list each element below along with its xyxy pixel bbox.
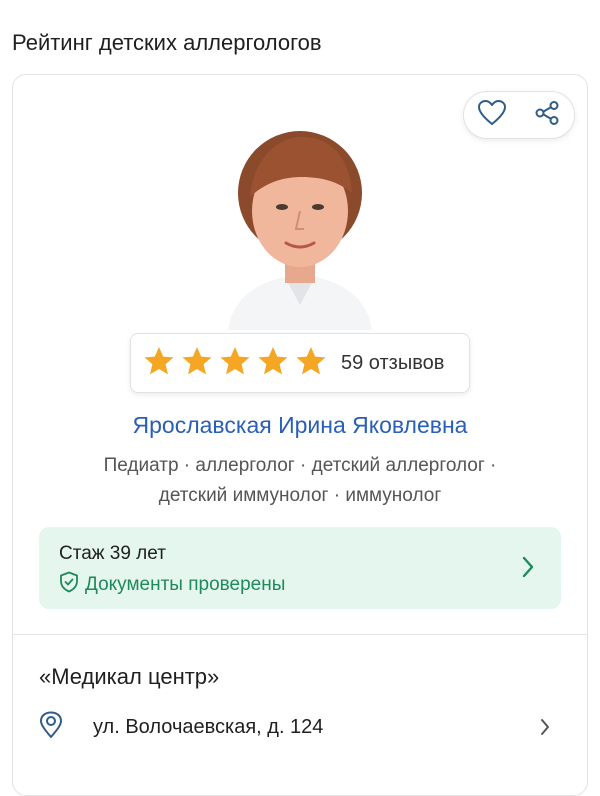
- chevron-right-icon: [521, 555, 535, 584]
- specialties-line: детский иммунолог · иммунолог: [158, 485, 442, 506]
- experience-text: Стаж 39 лет: [59, 543, 166, 564]
- shield-check-icon: [59, 571, 79, 599]
- divider: [13, 634, 587, 635]
- location-pin-icon: [39, 711, 63, 744]
- star-icon: [143, 345, 175, 382]
- star-icon: [181, 345, 213, 382]
- chevron-right-icon: [539, 717, 551, 742]
- star-icon: [257, 345, 289, 382]
- star-icon: [295, 345, 327, 382]
- share-icon: [534, 100, 560, 131]
- page-title: Рейтинг детских аллергологов: [12, 30, 322, 55]
- clinic-address: ул. Волочаевская, д. 124: [93, 715, 324, 738]
- reviews-link[interactable]: 59 отзывов: [341, 352, 444, 375]
- rating-box[interactable]: 59 отзывов: [130, 333, 470, 393]
- doctor-name-link[interactable]: Ярославская Ирина Яковлевна: [13, 412, 587, 439]
- clinic-address-row[interactable]: ул. Волочаевская, д. 124: [39, 709, 561, 745]
- heart-icon: [477, 99, 506, 131]
- favorite-button[interactable]: [476, 99, 508, 131]
- share-button[interactable]: [531, 99, 563, 131]
- documents-verified: Документы проверены: [59, 571, 285, 599]
- doctor-specialties: Педиатр · аллерголог · детский аллерголо…: [43, 451, 557, 511]
- documents-verified-text: Документы проверены: [85, 574, 286, 595]
- doctor-photo: [210, 115, 390, 330]
- card-actions: [463, 91, 575, 139]
- star-icon: [219, 345, 251, 382]
- doctor-card: 59 отзывов Ярославская Ирина Яковлевна П…: [12, 74, 588, 796]
- rating-stars: [143, 345, 327, 382]
- clinic-name: «Медикал центр»: [39, 664, 220, 689]
- specialties-line: Педиатр · аллерголог · детский аллерголо…: [103, 455, 497, 476]
- experience-block[interactable]: Стаж 39 лет Документы проверены: [39, 527, 561, 609]
